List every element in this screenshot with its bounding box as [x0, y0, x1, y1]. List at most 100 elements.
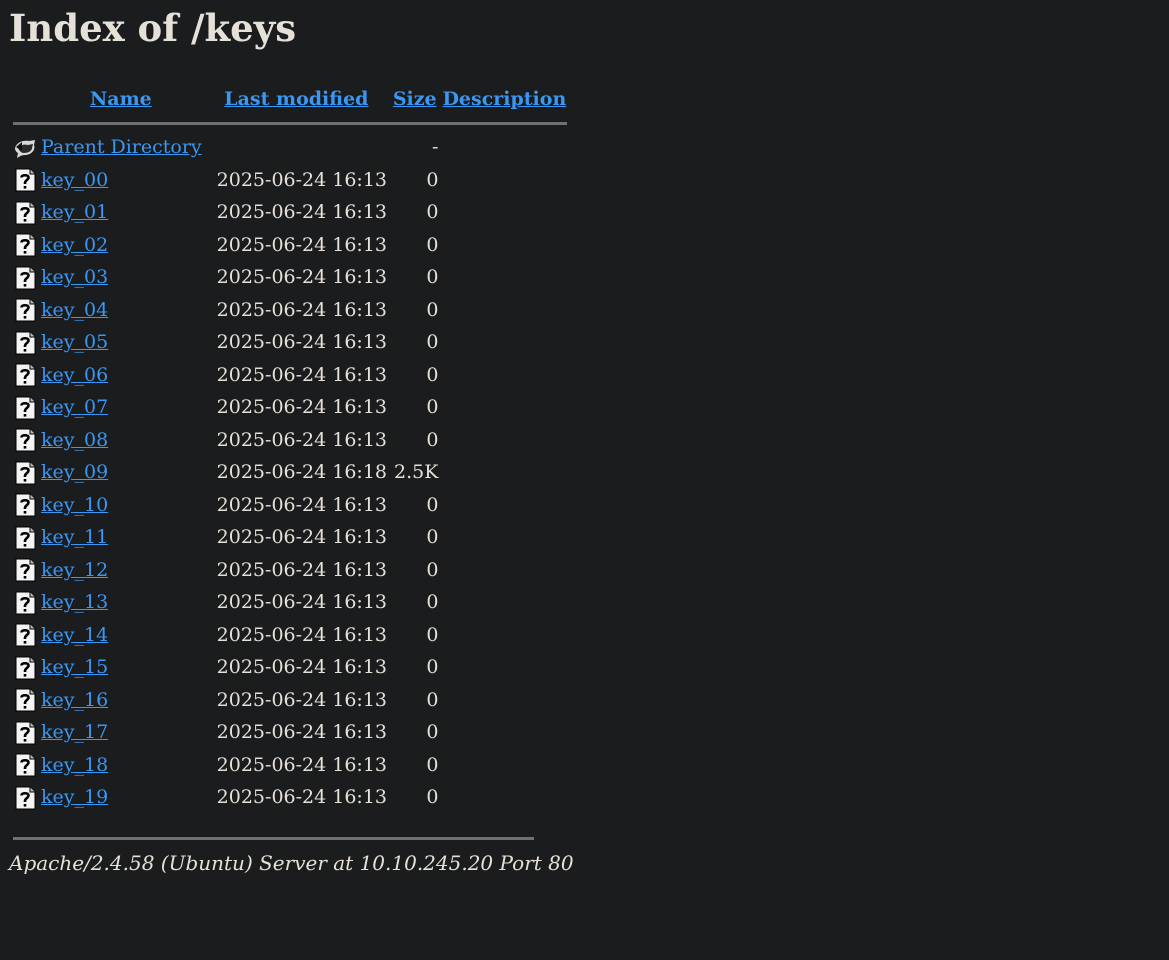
file-row: key_09 2025-06-24 16:18 2.5K: [13, 457, 567, 488]
file-icon-cell: [13, 750, 37, 781]
file-link[interactable]: key_02: [41, 234, 108, 256]
file-row: key_14 2025-06-24 16:13 0: [13, 620, 567, 651]
file-link[interactable]: key_18: [41, 754, 108, 776]
unknown-file-icon: [15, 493, 36, 517]
file-modified-cell: 2025-06-24 16:13: [216, 168, 388, 191]
file-row: key_07 2025-06-24 16:13 0: [13, 392, 567, 423]
file-link[interactable]: key_13: [41, 591, 108, 613]
file-link[interactable]: key_12: [41, 559, 108, 581]
file-link[interactable]: key_01: [41, 201, 108, 223]
file-icon-cell: [13, 230, 37, 261]
file-link[interactable]: key_05: [41, 331, 108, 353]
unknown-file-icon: [15, 786, 36, 810]
size-column-header: Size: [390, 84, 439, 114]
file-size-cell: 0: [426, 526, 439, 549]
file-modified-cell: 2025-06-24 16:13: [216, 493, 388, 516]
file-name-cell: key_07: [39, 392, 203, 423]
file-modified-cell: 2025-06-24 16:13: [216, 591, 388, 614]
file-size-cell: 0: [426, 753, 439, 776]
file-modified-cell: 2025-06-24 16:13: [216, 656, 388, 679]
file-description-cell: [441, 587, 567, 618]
file-row: key_08 2025-06-24 16:13 0: [13, 425, 567, 456]
file-link[interactable]: key_04: [41, 299, 108, 321]
file-modified-cell: 2025-06-24 16:18: [216, 461, 388, 484]
file-link[interactable]: key_07: [41, 396, 108, 418]
file-name-cell: key_11: [39, 522, 203, 553]
unknown-file-icon: [15, 656, 36, 680]
file-description-cell: [441, 295, 567, 326]
sort-by-name-link[interactable]: Name: [90, 88, 152, 110]
file-icon-cell: [13, 620, 37, 651]
file-link[interactable]: key_00: [41, 169, 108, 191]
file-icon-cell: [13, 685, 37, 716]
file-modified-cell: 2025-06-24 16:13: [216, 688, 388, 711]
file-icon-cell: [13, 165, 37, 196]
unknown-file-icon: [15, 623, 36, 647]
file-link[interactable]: key_16: [41, 689, 108, 711]
parent-icon-cell: [13, 132, 37, 163]
file-link[interactable]: key_15: [41, 656, 108, 678]
parent-name-cell: Parent Directory: [39, 132, 203, 163]
file-modified-cell: 2025-06-24 16:13: [216, 363, 388, 386]
file-icon-cell: [13, 652, 37, 683]
unknown-file-icon: [15, 233, 36, 257]
file-size-cell: 0: [426, 721, 439, 744]
table-header-row: Name Last modified Size Description: [13, 84, 567, 114]
file-description-cell: [441, 392, 567, 423]
file-size-cell: 0: [426, 656, 439, 679]
file-link[interactable]: key_17: [41, 721, 108, 743]
file-name-cell: key_08: [39, 425, 203, 456]
file-link[interactable]: key_14: [41, 624, 108, 646]
file-icon-cell: [13, 295, 37, 326]
sort-by-description-link[interactable]: Description: [442, 88, 566, 110]
file-description-cell: [441, 425, 567, 456]
file-link[interactable]: key_09: [41, 461, 108, 483]
file-size-cell: 2.5K: [394, 461, 439, 484]
file-size-cell: 0: [426, 396, 439, 419]
file-link[interactable]: key_11: [41, 526, 108, 548]
page-title: Index of /keys: [9, 6, 297, 50]
file-link[interactable]: key_08: [41, 429, 108, 451]
file-name-cell: key_12: [39, 555, 203, 586]
file-modified-cell: 2025-06-24 16:13: [216, 721, 388, 744]
file-row: key_13 2025-06-24 16:13 0: [13, 587, 567, 618]
file-name-cell: key_15: [39, 652, 203, 683]
file-size-cell: 0: [426, 363, 439, 386]
file-link[interactable]: key_06: [41, 364, 108, 386]
file-modified-cell: 2025-06-24 16:13: [216, 558, 388, 581]
file-description-cell: [441, 750, 567, 781]
file-link[interactable]: key_19: [41, 786, 108, 808]
file-row: key_03 2025-06-24 16:13 0: [13, 262, 567, 293]
file-modified-cell: 2025-06-24 16:13: [216, 786, 388, 809]
file-name-cell: key_01: [39, 197, 203, 228]
file-link[interactable]: key_10: [41, 494, 108, 516]
parent-directory-link[interactable]: Parent Directory: [41, 136, 202, 158]
file-size-cell: 0: [426, 688, 439, 711]
file-icon-cell: [13, 587, 37, 618]
file-link[interactable]: key_03: [41, 266, 108, 288]
file-modified-cell: 2025-06-24 16:13: [216, 623, 388, 646]
unknown-file-icon: [15, 298, 36, 322]
file-row: key_04 2025-06-24 16:13 0: [13, 295, 567, 326]
file-modified-cell: 2025-06-24 16:13: [216, 428, 388, 451]
file-name-cell: key_06: [39, 360, 203, 391]
unknown-file-icon: [15, 396, 36, 420]
sort-by-last-modified-link[interactable]: Last modified: [224, 88, 368, 110]
file-name-cell: key_17: [39, 717, 203, 748]
file-name-cell: key_04: [39, 295, 203, 326]
name-column-header: Name: [39, 84, 203, 114]
file-icon-cell: [13, 327, 37, 358]
file-row: key_01 2025-06-24 16:13 0: [13, 197, 567, 228]
unknown-file-icon: [15, 461, 36, 485]
file-description-cell: [441, 165, 567, 196]
file-size-cell: 0: [426, 623, 439, 646]
file-modified-cell: 2025-06-24 16:13: [216, 233, 388, 256]
file-size-cell: 0: [426, 168, 439, 191]
file-description-cell: [441, 652, 567, 683]
file-name-cell: key_02: [39, 230, 203, 261]
file-row: key_06 2025-06-24 16:13 0: [13, 360, 567, 391]
file-name-cell: key_09: [39, 457, 203, 488]
sort-by-size-link[interactable]: Size: [393, 88, 437, 110]
file-size-cell: 0: [426, 493, 439, 516]
file-description-cell: [441, 782, 567, 813]
